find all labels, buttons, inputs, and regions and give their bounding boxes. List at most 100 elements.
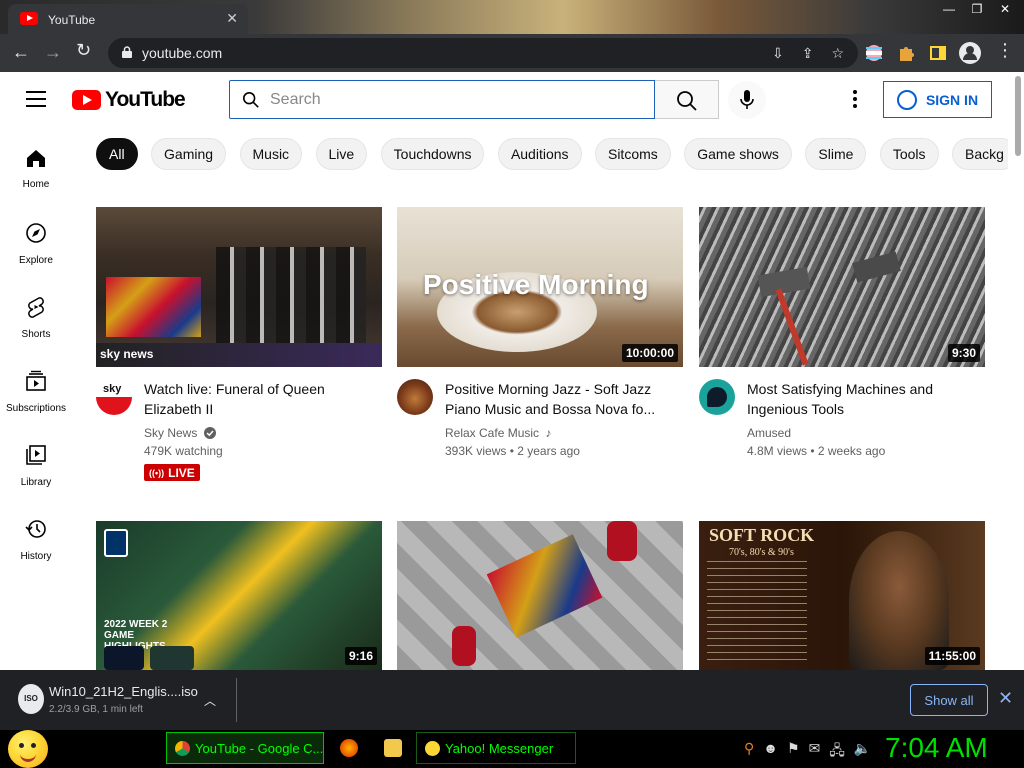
browser-toolbar: ← → ↻ youtube.com ⇩ ⇪ ☆ ⋮	[0, 34, 1024, 72]
microphone-icon	[740, 90, 754, 109]
back-icon[interactable]: ←	[12, 42, 30, 63]
maximize-icon[interactable]: ❐	[968, 2, 986, 16]
extensions-puzzle-icon[interactable]	[896, 43, 916, 63]
close-downloads-icon[interactable]: ✕	[998, 688, 1013, 709]
chip-touchdowns[interactable]: Touchdowns	[380, 138, 485, 170]
rail-item-library[interactable]: Library	[0, 424, 72, 498]
channel-avatar-sky-news[interactable]: sky	[96, 379, 132, 415]
extension-flag-icon[interactable]	[864, 43, 884, 63]
taskbar-item-yahoo-messenger[interactable]: Yahoo! Messenger	[416, 732, 576, 764]
thumbnail-overlay-subtext: 70's, 80's & 90's	[729, 547, 794, 558]
voice-search-button[interactable]	[728, 81, 766, 119]
video-title[interactable]: Watch live: Funeral of Queen Elizabeth I…	[144, 379, 374, 419]
channel-name-text: Sky News	[144, 426, 198, 440]
taskbar-clock[interactable]: 7:04 AM	[885, 732, 988, 764]
network-icon[interactable]: 🖧	[829, 740, 845, 764]
bookmark-star-icon[interactable]: ☆	[831, 45, 844, 62]
address-bar[interactable]: youtube.com ⇩ ⇪ ☆	[108, 38, 858, 68]
video-thumbnail[interactable]: sky news	[96, 207, 382, 367]
video-duration: 9:16	[344, 647, 377, 665]
chip-live[interactable]: Live	[315, 138, 368, 170]
rail-item-subscriptions[interactable]: Subscriptions	[0, 350, 72, 424]
video-title[interactable]: Positive Morning Jazz - Soft Jazz Piano …	[445, 379, 675, 419]
sign-in-button[interactable]: SIGN IN	[883, 81, 992, 118]
search-icon[interactable]: ⚲	[744, 740, 754, 764]
browser-tab-youtube[interactable]: YouTube ✕	[8, 4, 248, 34]
flag-tray-icon[interactable]: ⚑	[787, 740, 800, 764]
channel-name[interactable]: Amused	[747, 426, 791, 440]
taskbar-item-chrome[interactable]: YouTube - Google C...	[166, 732, 324, 764]
scrollbar-thumb[interactable]	[1015, 76, 1021, 156]
browser-menu-icon[interactable]: ⋮	[996, 40, 1014, 61]
minimize-icon[interactable]: —	[940, 2, 958, 16]
download-filename[interactable]: Win10_21H2_Englis....iso	[49, 684, 198, 699]
action-center-icon[interactable]: ✉	[809, 740, 821, 764]
channel-name[interactable]: Sky News	[144, 426, 216, 440]
live-broadcast-icon: ((•))	[149, 467, 165, 478]
shorts-icon	[28, 297, 44, 318]
lock-icon	[122, 46, 132, 58]
rail-item-history[interactable]: History	[0, 498, 72, 572]
iso-file-icon[interactable]: ISO	[18, 684, 44, 714]
history-icon	[25, 520, 46, 538]
chip-sitcoms[interactable]: Sitcoms	[594, 138, 671, 170]
file-explorer-icon[interactable]	[384, 739, 402, 757]
share-icon[interactable]: ⇪	[802, 45, 814, 62]
tab-close-icon[interactable]: ✕	[226, 10, 238, 27]
hamburger-menu-icon[interactable]	[26, 91, 46, 107]
video-thumbnail[interactable]	[397, 521, 683, 670]
video-duration: 9:30	[947, 344, 980, 362]
page-scrollbar[interactable]	[1012, 72, 1024, 670]
chip-gaming[interactable]: Gaming	[151, 138, 227, 170]
chip-all[interactable]: All	[96, 138, 138, 170]
download-status: 2.2/3.9 GB, 1 min left	[49, 704, 143, 715]
video-thumbnail[interactable]: Positive Morning 10:00:00	[397, 207, 683, 367]
install-app-icon[interactable]: ⇩	[772, 45, 784, 62]
search-icon	[242, 91, 259, 108]
youtube-favicon-icon	[20, 12, 38, 25]
logo-text: YouTube	[105, 88, 186, 111]
forward-icon[interactable]: →	[44, 42, 62, 63]
search-input[interactable]	[270, 88, 640, 112]
start-button-smiley-icon[interactable]	[8, 730, 48, 768]
music-note-icon: ♪	[545, 426, 552, 440]
channel-avatar-amused[interactable]	[699, 379, 735, 415]
messenger-tray-icon[interactable]: ☻	[763, 740, 778, 764]
chip-auditions[interactable]: Auditions	[497, 138, 582, 170]
video-title[interactable]: Most Satisfying Machines and Ingenious T…	[747, 379, 977, 419]
video-thumbnail[interactable]: SOFT ROCK 70's, 80's & 90's 11:55:00	[699, 521, 985, 670]
video-thumbnail[interactable]: 9:30	[699, 207, 985, 367]
tab-title: YouTube	[48, 13, 96, 27]
rail-label: Shorts	[21, 329, 51, 340]
chip-slime[interactable]: Slime	[805, 138, 867, 170]
rail-item-shorts[interactable]: Shorts	[0, 276, 72, 350]
firefox-icon[interactable]	[340, 739, 358, 757]
account-circle-icon	[896, 89, 917, 110]
youtube-logo[interactable]: YouTube	[72, 88, 186, 112]
channel-avatar-relax-cafe[interactable]	[397, 379, 433, 415]
chip-background[interactable]: Backg	[952, 138, 1008, 170]
rail-item-home[interactable]: Home	[0, 128, 72, 202]
home-icon	[27, 150, 45, 167]
rail-item-explore[interactable]: Explore	[0, 202, 72, 276]
video-thumbnail[interactable]: 2022 WEEK 2 GAME HIGHLIGHTS 9:16	[96, 521, 382, 670]
chip-music[interactable]: Music	[239, 138, 303, 170]
side-panel-icon[interactable]	[928, 43, 948, 63]
live-label: LIVE	[168, 465, 195, 480]
chip-game-shows[interactable]: Game shows	[684, 138, 792, 170]
search-box[interactable]	[229, 80, 655, 119]
downloads-bar: ISO Win10_21H2_Englis....iso 2.2/3.9 GB,…	[0, 670, 1024, 730]
close-window-icon[interactable]: ✕	[996, 2, 1014, 16]
reload-icon[interactable]: ↻	[76, 40, 91, 61]
search-button[interactable]	[655, 80, 719, 119]
chip-tools[interactable]: Tools	[879, 138, 939, 170]
live-badge: ((•)) LIVE	[144, 464, 200, 481]
profile-avatar-icon[interactable]	[958, 41, 982, 65]
chevron-up-icon[interactable]: ︿	[204, 692, 216, 709]
settings-kebab-icon[interactable]	[848, 90, 862, 110]
show-all-downloads-button[interactable]: Show all	[910, 684, 988, 716]
volume-icon[interactable]: 🔈	[854, 740, 871, 764]
rail-label: Home	[22, 179, 50, 190]
channel-name[interactable]: Relax Cafe Music ♪	[445, 426, 551, 440]
rail-label: Library	[20, 477, 52, 488]
